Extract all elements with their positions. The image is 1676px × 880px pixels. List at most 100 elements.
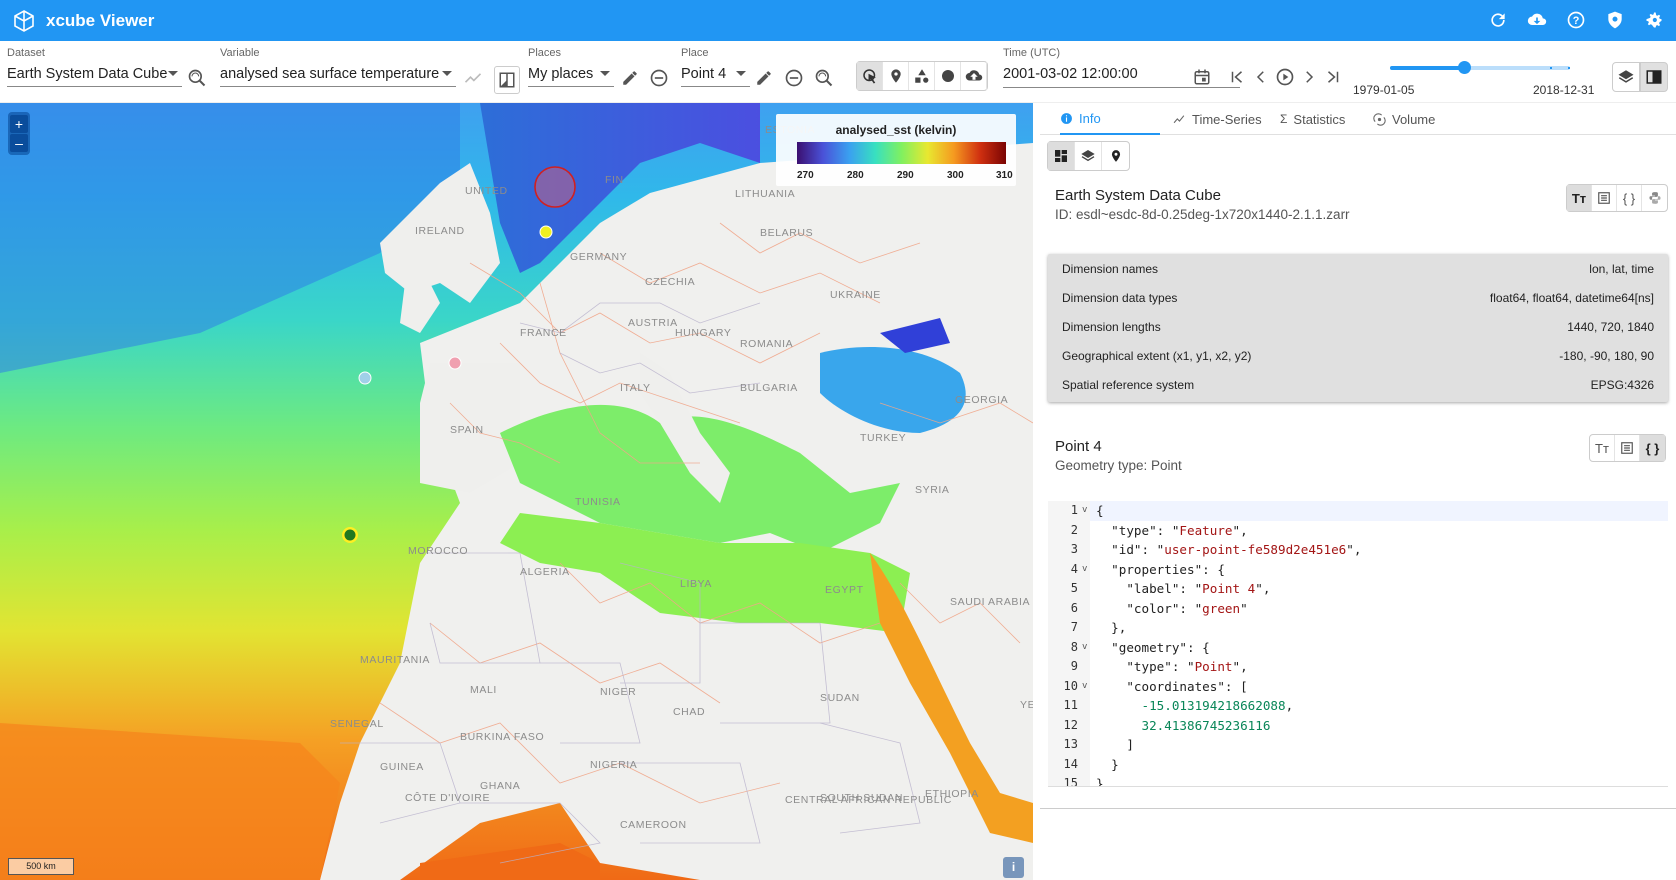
tab-time-series[interactable]: Time-Series: [1173, 103, 1262, 135]
refresh-icon[interactable]: [1486, 8, 1510, 32]
map-country-label: CÔTE D'IVOIRE: [405, 791, 490, 804]
skip-last-icon[interactable]: [1321, 65, 1345, 89]
cloud-download-icon[interactable]: [1525, 8, 1549, 32]
map-country-label: TUNISIA: [575, 496, 621, 508]
map-country-label: AUSTRIA: [628, 317, 678, 329]
dataset-search-icon[interactable]: [185, 66, 209, 90]
legend-colorbar: [797, 142, 1006, 164]
place-point-marker-yellow[interactable]: [539, 225, 553, 239]
sigma-icon: Σ: [1280, 112, 1288, 126]
slider-thumb[interactable]: [1457, 61, 1471, 74]
tab-volume[interactable]: Volume: [1373, 103, 1435, 135]
map-country-label: SPAIN: [450, 424, 484, 436]
map-country-label: NIGER: [600, 686, 636, 698]
info-key: Dimension data types: [1062, 290, 1178, 305]
time-range-end: 2018-12-31: [1533, 83, 1595, 97]
help-icon[interactable]: ?: [1564, 8, 1588, 32]
map-country-label: ITALY: [620, 382, 651, 394]
line-number: 12: [1048, 715, 1082, 735]
variable-select[interactable]: Variable analysed sea surface temperatur…: [220, 47, 456, 87]
chevron-down-icon: [736, 71, 746, 76]
legend-tick: 270: [797, 170, 814, 181]
python-format-icon[interactable]: [1642, 185, 1667, 211]
text-format-icon[interactable]: Tт: [1590, 435, 1615, 461]
place-circle-marker[interactable]: [534, 166, 576, 208]
info-value: 1440, 720, 1840: [1567, 319, 1654, 334]
toolbar: Dataset Earth System Data Cube Variable …: [0, 41, 1676, 103]
gear-icon[interactable]: [1642, 8, 1666, 32]
map-country-label: YEM: [1020, 699, 1033, 711]
pencil-icon[interactable]: [618, 66, 642, 90]
text-format-icon[interactable]: Tт: [1567, 185, 1592, 211]
compare-mode-icon[interactable]: [494, 66, 520, 94]
fold-icon[interactable]: v: [1082, 637, 1090, 657]
place-point-marker-lightblue[interactable]: [358, 371, 372, 385]
variable-value: analysed sea surface temperature: [220, 65, 440, 82]
json-format-icon[interactable]: { }: [1640, 435, 1665, 461]
attribution-button[interactable]: i: [1003, 857, 1024, 878]
app-bar: xcube Viewer ?: [0, 0, 1676, 41]
line-number: 10: [1048, 676, 1082, 696]
dashboard-icon[interactable]: [1048, 142, 1075, 170]
svg-text:?: ?: [1573, 15, 1580, 27]
places-select[interactable]: Places My places: [528, 47, 614, 87]
zoom-out-button[interactable]: –: [10, 134, 28, 152]
fold-icon[interactable]: v: [1082, 501, 1090, 521]
circle-shape-icon[interactable]: [935, 62, 961, 90]
geojson-code-view[interactable]: 1 v{ 2 "type": "Feature", 3 "id": "user-p…: [1048, 501, 1668, 787]
layers-icon[interactable]: [1612, 62, 1640, 92]
tab-label: Statistics: [1293, 111, 1346, 127]
fold-icon[interactable]: v: [1082, 559, 1090, 579]
map-view[interactable]: ESTONIALITHUANIABELARUSUKRAINEGERMANYCZE…: [0, 103, 1033, 880]
json-geom-type: Point: [1194, 659, 1233, 675]
fold-icon[interactable]: v: [1082, 676, 1090, 696]
panel-divider: [1040, 808, 1676, 809]
point-marker-icon[interactable]: [883, 62, 909, 90]
remove-circle-icon[interactable]: [647, 66, 671, 90]
info-row: Geographical extent (x1, y1, x2, y2) -180…: [1048, 341, 1668, 370]
line-number: 13: [1048, 735, 1082, 755]
tab-statistics[interactable]: Σ Statistics: [1280, 103, 1345, 135]
legend-tick: 300: [947, 170, 964, 181]
shield-icon[interactable]: [1603, 8, 1627, 32]
interaction-mode-group: [856, 61, 988, 91]
skip-first-icon[interactable]: [1225, 65, 1249, 89]
json-format-icon[interactable]: { }: [1617, 185, 1642, 211]
layers-icon[interactable]: [1075, 142, 1102, 170]
map-country-label: GEORGIA: [955, 394, 1008, 406]
tab-label: Volume: [1392, 111, 1436, 127]
map-country-label: GERMANY: [570, 251, 627, 263]
dataset-select[interactable]: Dataset Earth System Data Cube: [7, 47, 182, 87]
select-mode-icon[interactable]: [857, 62, 883, 90]
zoom-control: + –: [8, 112, 30, 155]
time-range-slider[interactable]: [1390, 61, 1570, 74]
map-country-label: BELARUS: [760, 227, 813, 239]
line-number: 4: [1048, 559, 1082, 579]
place-point-marker-green[interactable]: [344, 529, 356, 541]
place-search-icon[interactable]: [812, 66, 836, 90]
step-forward-icon[interactable]: [1297, 65, 1321, 89]
info-key: Dimension names: [1062, 261, 1159, 276]
json-type: Feature: [1179, 522, 1233, 538]
cloud-upload-icon[interactable]: [961, 62, 987, 90]
map-canvas[interactable]: ESTONIALITHUANIABELARUSUKRAINEGERMANYCZE…: [0, 103, 1033, 880]
place-select[interactable]: Place Point 4: [681, 47, 750, 87]
legend-tick: 310: [996, 170, 1013, 181]
legend-tick: 280: [847, 170, 864, 181]
list-format-icon[interactable]: [1615, 435, 1640, 461]
sidepanel-toggle-icon[interactable]: [1640, 62, 1668, 92]
side-panel: Info Time-Series Σ Statistics Volume Ear…: [1040, 103, 1676, 880]
list-format-icon[interactable]: [1592, 185, 1617, 211]
remove-circle-icon[interactable]: [782, 66, 806, 90]
place-point-marker-pink[interactable]: [448, 356, 462, 370]
map-country-label: FIN: [605, 174, 624, 186]
tab-info[interactable]: Info: [1060, 103, 1160, 135]
zoom-in-button[interactable]: +: [10, 115, 28, 133]
calendar-icon[interactable]: [1190, 65, 1214, 89]
pencil-icon[interactable]: [752, 66, 776, 90]
trend-chart-icon[interactable]: [461, 66, 485, 90]
play-icon[interactable]: [1273, 65, 1297, 89]
polygon-shapes-icon[interactable]: [909, 62, 935, 90]
place-marker-icon[interactable]: [1102, 142, 1129, 170]
step-back-icon[interactable]: [1249, 65, 1273, 89]
